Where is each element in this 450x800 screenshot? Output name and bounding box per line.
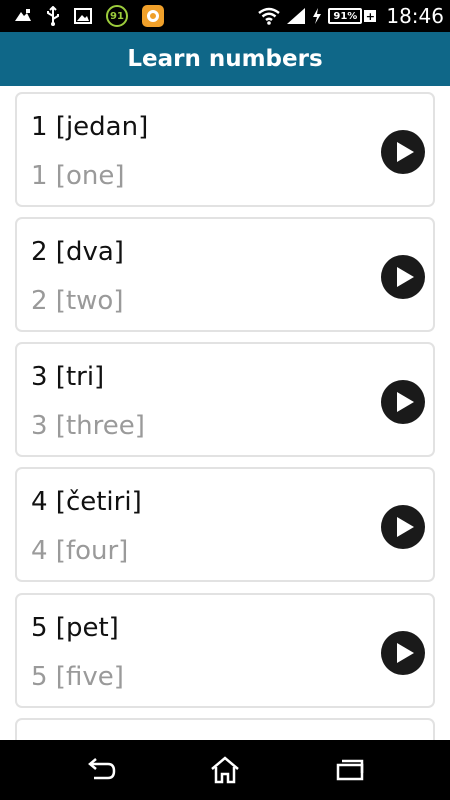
numbers-list[interactable]: 1 [jedan] 1 [one] 2 [dva] 2 [two] 3 [tri…: [0, 86, 450, 740]
native-text: 3 [tri]: [31, 362, 105, 392]
status-bar: 91 91% + 18:46: [0, 0, 450, 32]
wifi-icon: [258, 7, 281, 25]
navigation-bar: [0, 740, 450, 800]
play-icon: [397, 142, 414, 162]
play-button[interactable]: [381, 505, 425, 549]
page-title: Learn numbers: [127, 46, 323, 72]
image-icon: [74, 8, 92, 24]
native-text: 1 [jedan]: [31, 112, 149, 142]
status-right-icons: 91% + 18:46: [258, 4, 444, 28]
airplane-icon: [14, 8, 32, 24]
battery-indicator: 91% +: [328, 8, 377, 24]
usb-icon: [46, 6, 60, 26]
translation-text: 2 [two]: [31, 286, 124, 316]
play-icon: [397, 517, 414, 537]
list-item[interactable]: 1 [jedan] 1 [one]: [15, 92, 435, 207]
app-ring-icon: [142, 5, 164, 27]
play-icon: [397, 267, 414, 287]
play-icon: [397, 392, 414, 412]
native-text: 2 [dva]: [31, 237, 124, 267]
battery-percent: 91%: [328, 8, 363, 24]
back-button[interactable]: [82, 754, 118, 786]
recent-apps-icon: [336, 759, 364, 781]
list-item[interactable]: 2 [dva] 2 [two]: [15, 217, 435, 332]
play-button[interactable]: [381, 631, 425, 675]
recent-apps-button[interactable]: [332, 754, 368, 786]
status-time: 18:46: [386, 4, 444, 28]
play-button[interactable]: [381, 130, 425, 174]
status-left-icons: 91: [14, 4, 164, 28]
back-icon: [88, 758, 116, 780]
charging-icon: [312, 7, 322, 25]
translation-text: 4 [four]: [31, 536, 129, 566]
list-item[interactable]: 5 [pet] 5 [five]: [15, 593, 435, 708]
home-icon: [211, 756, 239, 784]
list-item[interactable]: 4 [četiri] 4 [four]: [15, 467, 435, 582]
play-icon: [397, 643, 414, 663]
native-text: 4 [četiri]: [31, 487, 142, 517]
battery-plus-icon: +: [364, 9, 377, 23]
play-button[interactable]: [381, 380, 425, 424]
play-button[interactable]: [381, 255, 425, 299]
list-item[interactable]: 3 [tri] 3 [three]: [15, 342, 435, 457]
translation-text: 1 [one]: [31, 161, 125, 191]
translation-text: 3 [three]: [31, 411, 145, 441]
list-item-partial[interactable]: [15, 718, 435, 740]
translation-text: 5 [five]: [31, 662, 124, 692]
title-bar: Learn numbers: [0, 32, 450, 86]
native-text: 5 [pet]: [31, 613, 119, 643]
signal-icon: [286, 7, 306, 25]
home-button[interactable]: [207, 754, 243, 786]
notification-badge-icon: 91: [106, 5, 128, 27]
